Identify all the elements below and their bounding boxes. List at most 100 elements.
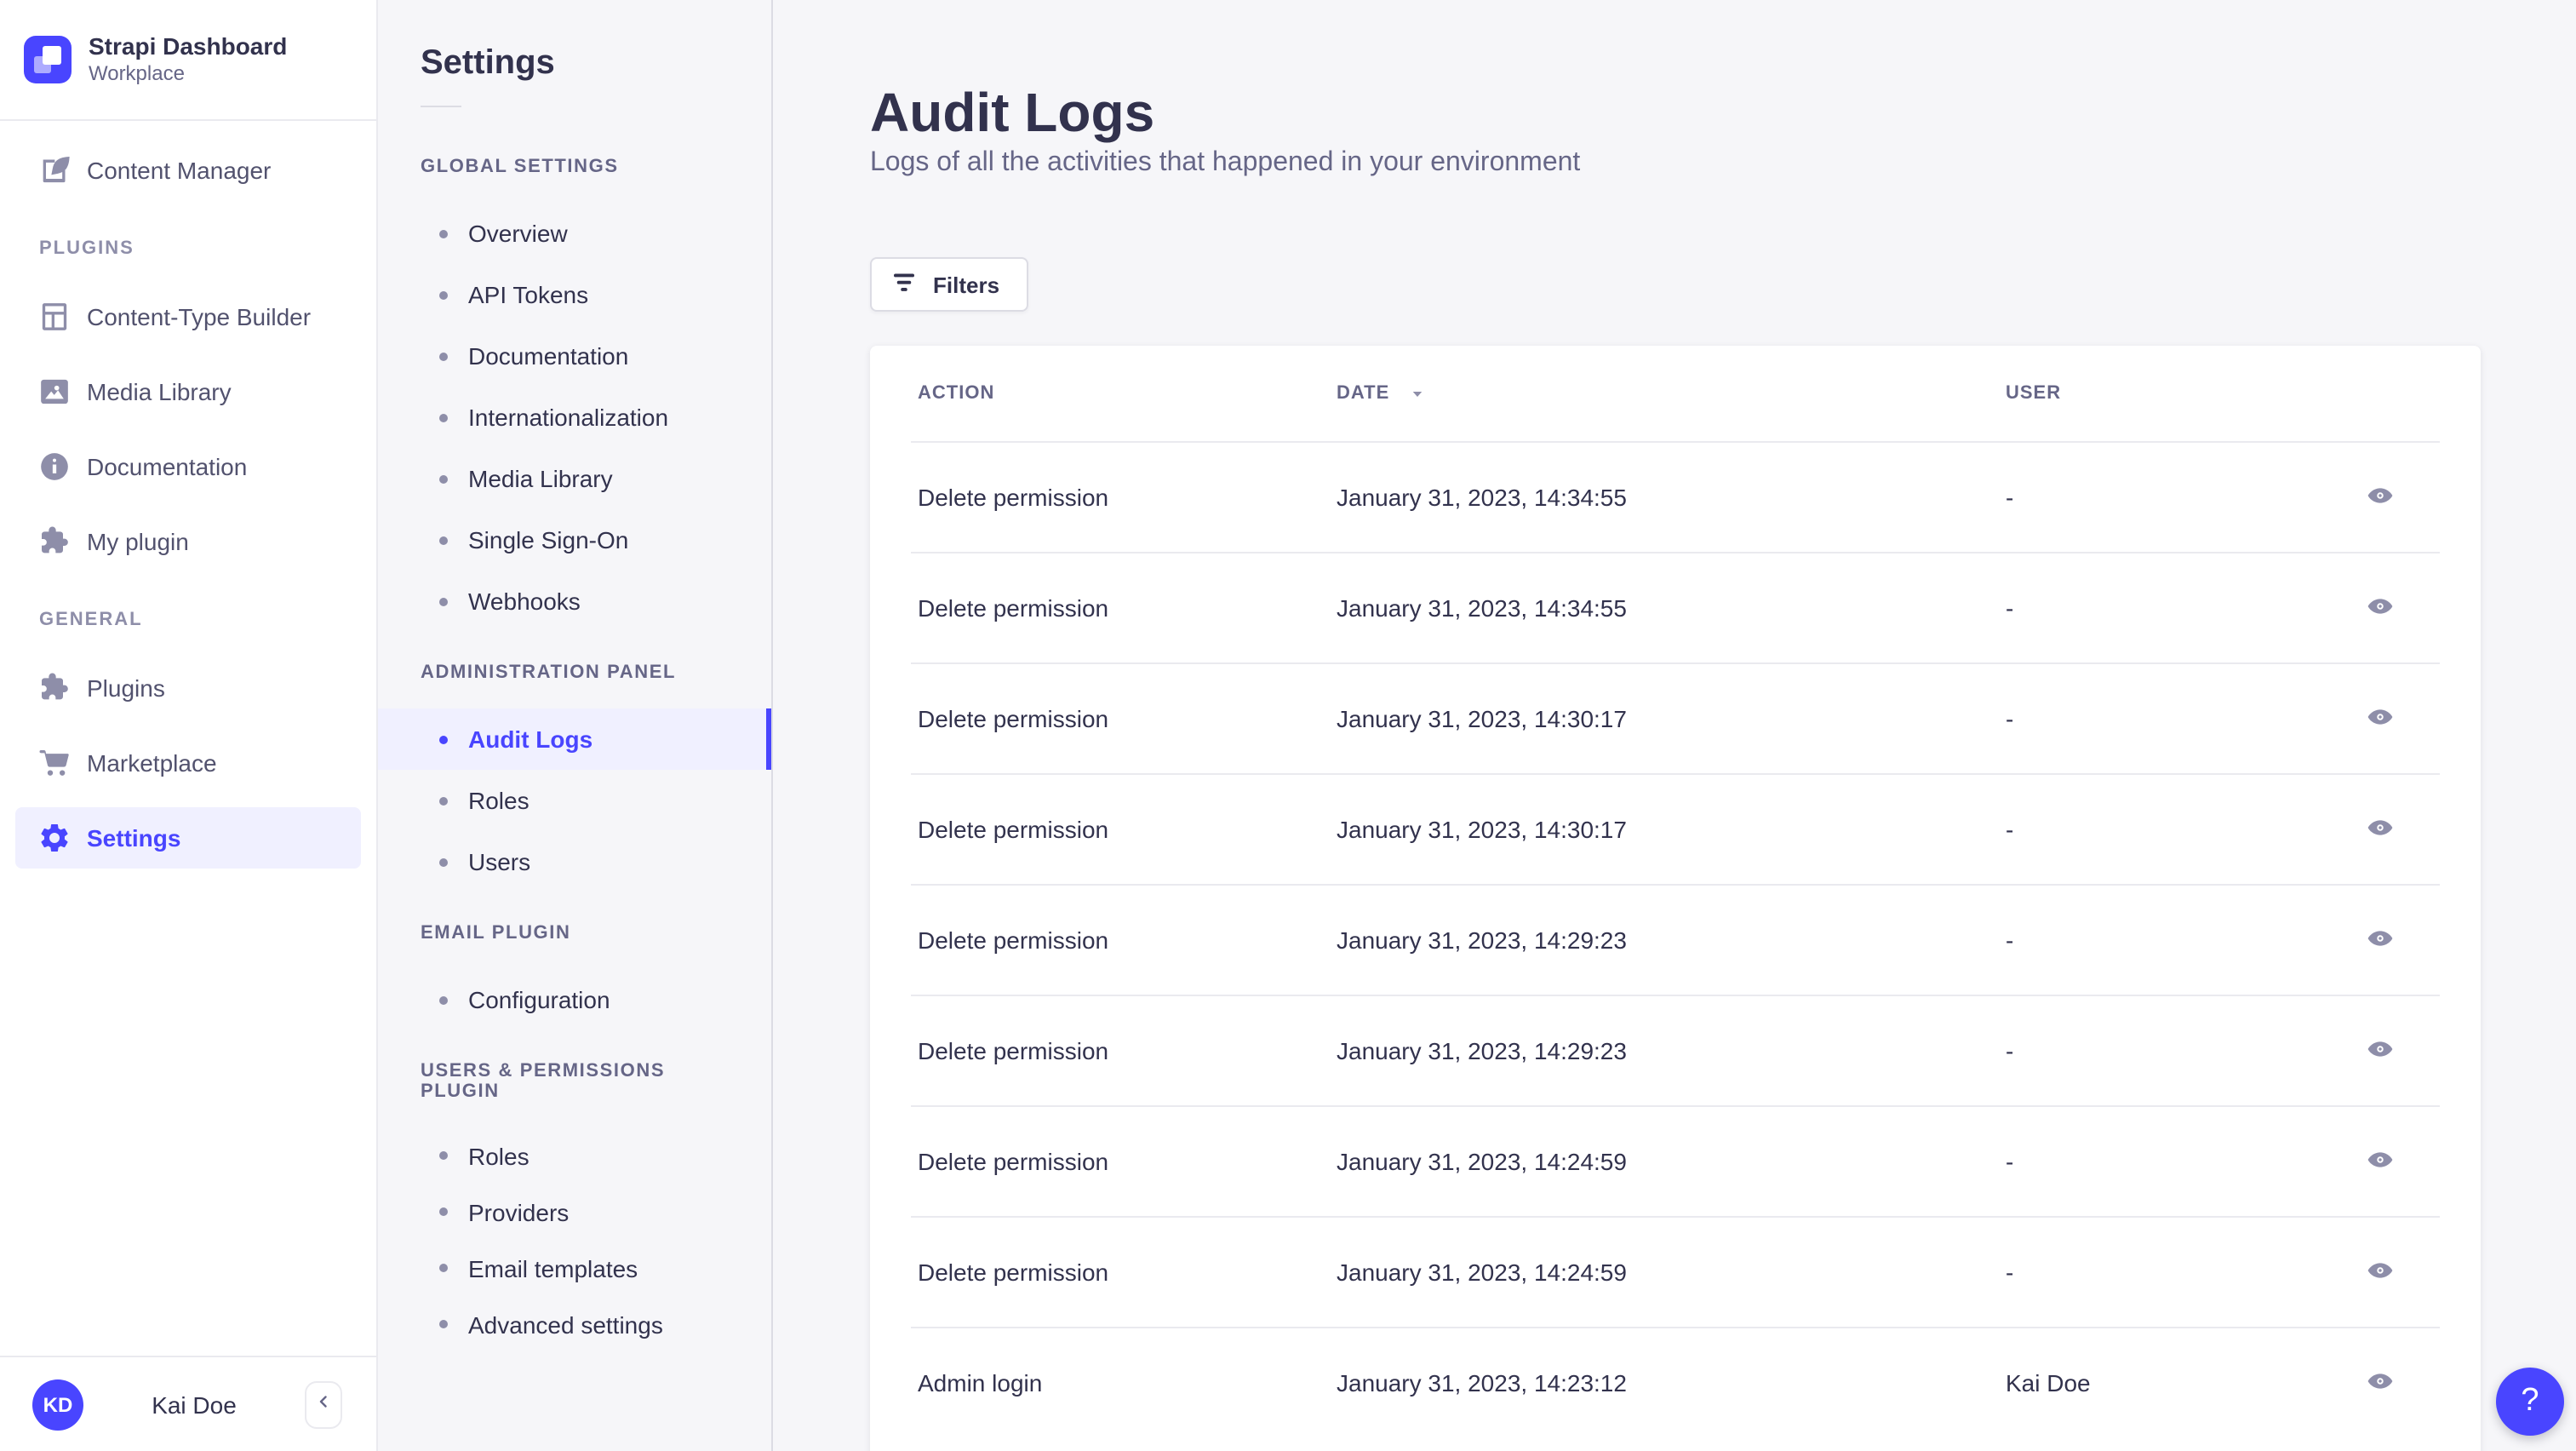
cell-user: -: [2006, 926, 2014, 954]
sidebar-section-label: GENERAL: [39, 610, 143, 630]
subnav-item-label: Documentation: [468, 342, 629, 370]
settings-nav-item-audit-logs[interactable]: Audit Logs: [378, 708, 771, 770]
settings-nav-item-providers[interactable]: Providers: [378, 1184, 771, 1240]
bullet-icon: [439, 290, 448, 299]
sidebar-item-media-library[interactable]: Media Library: [15, 361, 361, 422]
view-log-button[interactable]: [2353, 1245, 2407, 1299]
cell-date: January 31, 2023, 14:24:59: [1337, 1259, 1627, 1286]
avatar[interactable]: KD: [32, 1379, 83, 1430]
sidebar-item-marketplace[interactable]: Marketplace: [15, 732, 361, 794]
settings-nav-item-internationalization[interactable]: Internationalization: [378, 387, 771, 448]
sidebar-item-label: Content-Type Builder: [87, 303, 312, 330]
settings-nav-item-configuration[interactable]: Configuration: [378, 969, 771, 1030]
subnav-item-label: Single Sign-On: [468, 526, 629, 553]
sidebar-item-documentation[interactable]: Documentation: [15, 436, 361, 497]
settings-nav-item-documentation[interactable]: Documentation: [378, 325, 771, 387]
eye-icon: [2367, 1145, 2394, 1178]
settings-nav-item-single-sign-on[interactable]: Single Sign-On: [378, 509, 771, 571]
page-subtitle: Logs of all the activities that happened…: [870, 148, 1581, 177]
settings-subnav: Settings GLOBAL SETTINGS Overview API To…: [378, 0, 773, 1451]
settings-nav-item-email-templates[interactable]: Email templates: [378, 1240, 771, 1296]
gear-icon: [37, 821, 72, 855]
sidebar-section: PLUGINS Content-Type Builder Media Libra…: [0, 238, 376, 572]
main-content: Audit Logs Logs of all the activities th…: [773, 0, 2576, 1451]
column-header-date[interactable]: DATE: [1330, 383, 1999, 404]
subnav-item-label: API Tokens: [468, 281, 589, 308]
sidebar-item-label: Media Library: [87, 378, 232, 405]
settings-nav-item-advanced-settings[interactable]: Advanced settings: [378, 1296, 771, 1352]
subnav-group: ADMINISTRATION PANEL Audit Logs Roles Us…: [378, 662, 771, 892]
view-log-button[interactable]: [2353, 913, 2407, 967]
view-log-button[interactable]: [2353, 470, 2407, 525]
view-log-button[interactable]: [2353, 581, 2407, 635]
cell-user: -: [2006, 1259, 2014, 1286]
table-row: Delete permission January 31, 2023, 14:3…: [911, 662, 2440, 773]
table-row: Delete permission January 31, 2023, 14:3…: [911, 773, 2440, 884]
sidebar-item-settings[interactable]: Settings: [15, 807, 361, 869]
filter-icon: [889, 267, 919, 302]
bullet-icon: [439, 735, 448, 743]
grid-icon: [37, 300, 72, 334]
view-log-button[interactable]: [2353, 802, 2407, 857]
bullet-icon: [439, 1320, 448, 1328]
cell-date: January 31, 2023, 14:30:17: [1337, 705, 1627, 732]
subnav-group: USERS & PERMISSIONS PLUGIN Roles Provide…: [378, 1061, 771, 1352]
subnav-item-label: Providers: [468, 1198, 570, 1225]
table-row: Delete permission January 31, 2023, 14:2…: [911, 995, 2440, 1105]
brand-text: Strapi Dashboard Workplace: [89, 32, 287, 87]
view-log-button[interactable]: [2353, 1024, 2407, 1078]
subnav-item-label: Overview: [468, 220, 568, 247]
cell-user: -: [2006, 594, 2014, 622]
collapse-sidebar-button[interactable]: [305, 1380, 342, 1428]
bullet-icon: [439, 536, 448, 544]
subnav-group-label: USERS & PERMISSIONS PLUGIN: [421, 1061, 666, 1102]
subnav-group: EMAIL PLUGIN Configuration: [378, 923, 771, 1030]
settings-nav-item-roles[interactable]: Roles: [378, 770, 771, 831]
subnav-title: Settings: [421, 44, 555, 82]
view-log-button[interactable]: [2353, 1134, 2407, 1189]
subnav-group-label: ADMINISTRATION PANEL: [421, 662, 677, 683]
main-sidebar: Strapi Dashboard Workplace Content Manag…: [0, 0, 378, 1451]
eye-icon: [2367, 1256, 2394, 1288]
subnav-item-label: Audit Logs: [468, 726, 593, 753]
cell-user: Kai Doe: [2006, 1369, 2091, 1397]
sidebar-item-plugins[interactable]: Plugins: [15, 657, 361, 719]
settings-nav-item-overview[interactable]: Overview: [378, 203, 771, 264]
eye-icon: [2367, 481, 2394, 513]
subnav-item-label: Media Library: [468, 465, 613, 492]
table-row: Admin login January 31, 2023, 14:23:12 K…: [911, 1327, 2440, 1437]
write-icon: [37, 153, 72, 187]
subnav-item-label: Users: [468, 848, 531, 875]
sidebar-item-label: Marketplace: [87, 749, 217, 777]
info-icon: [37, 450, 72, 484]
view-log-button[interactable]: [2353, 1356, 2407, 1410]
sidebar-item-my-plugin[interactable]: My plugin: [15, 511, 361, 572]
settings-nav-item-webhooks[interactable]: Webhooks: [378, 571, 771, 632]
settings-nav-item-media-library[interactable]: Media Library: [378, 448, 771, 509]
settings-nav-item-api-tokens[interactable]: API Tokens: [378, 264, 771, 325]
table-row: Delete permission January 31, 2023, 14:2…: [911, 1216, 2440, 1327]
filters-button[interactable]: Filters: [870, 257, 1029, 312]
chevron-left-icon: [313, 1391, 334, 1417]
sidebar-item-label: Content Manager: [87, 157, 272, 184]
cell-user: -: [2006, 816, 2014, 843]
bullet-icon: [439, 796, 448, 805]
page-title: Audit Logs: [870, 82, 1155, 143]
cell-date: January 31, 2023, 14:29:23: [1337, 1037, 1627, 1064]
sidebar-divider: [0, 119, 376, 121]
subnav-group-label: EMAIL PLUGIN: [421, 923, 571, 943]
cell-date: January 31, 2023, 14:30:17: [1337, 816, 1627, 843]
help-button[interactable]: ?: [2496, 1368, 2564, 1436]
settings-nav-item-users[interactable]: Users: [378, 831, 771, 892]
sort-caret-down-icon: [1410, 386, 1425, 401]
settings-nav-item-roles[interactable]: Roles: [378, 1127, 771, 1184]
bullet-icon: [439, 857, 448, 866]
workspace-brand[interactable]: Strapi Dashboard Workplace: [0, 0, 376, 119]
bullet-icon: [439, 352, 448, 360]
bullet-icon: [439, 474, 448, 483]
subnav-item-label: Advanced settings: [468, 1310, 663, 1338]
sidebar-item-content-manager[interactable]: Content Manager: [15, 140, 361, 201]
sidebar-item-content-type-builder[interactable]: Content-Type Builder: [15, 286, 361, 347]
view-log-button[interactable]: [2353, 691, 2407, 746]
bullet-icon: [439, 1151, 448, 1160]
